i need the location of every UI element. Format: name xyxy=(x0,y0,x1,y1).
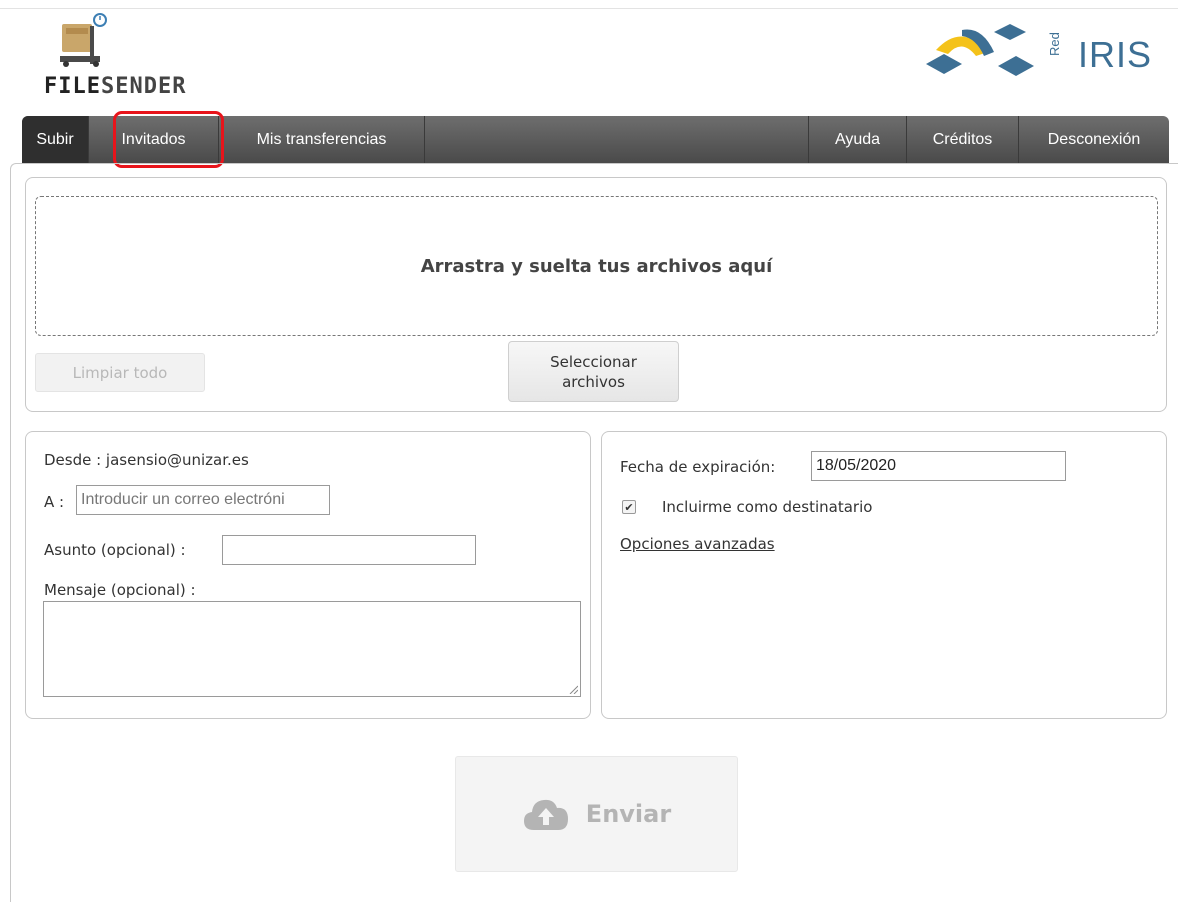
subject-label: Asunto (opcional) : xyxy=(44,541,186,559)
subject-input[interactable] xyxy=(222,535,476,565)
nav-tab-mis-transferencias[interactable]: Mis transferencias xyxy=(219,116,425,163)
message-label: Mensaje (opcional) : xyxy=(44,581,196,599)
top-rule xyxy=(0,8,1178,9)
invitados-highlight-box xyxy=(113,111,224,168)
to-email-input[interactable]: Introducir un correo electróni xyxy=(76,485,330,515)
cloud-upload-icon xyxy=(523,799,568,830)
rediris-text: IRIS xyxy=(1078,34,1153,75)
nav-tab-ayuda[interactable]: Ayuda xyxy=(808,116,906,163)
message-textarea[interactable] xyxy=(43,601,581,697)
rediris-small-text: Red xyxy=(1047,32,1062,56)
filesender-logo-text: FILESENDER xyxy=(44,74,186,99)
filesender-logo-icon xyxy=(60,13,107,67)
nav-tab-subir[interactable]: Subir xyxy=(22,116,89,163)
nav-tab-creditos[interactable]: Créditos xyxy=(906,116,1018,163)
send-button-label: Enviar xyxy=(585,800,672,828)
logo-text-rest: SENDER xyxy=(100,74,187,99)
select-files-button[interactable]: Seleccionar archivos xyxy=(508,341,679,402)
resize-grip-icon[interactable] xyxy=(568,684,578,694)
rediris-mark-icon xyxy=(926,24,1034,76)
from-label: Desde : jasensio@unizar.es xyxy=(44,451,249,469)
to-label: A : xyxy=(44,493,65,511)
expiry-label: Fecha de expiración: xyxy=(620,458,776,476)
send-button[interactable]: Enviar xyxy=(455,756,738,872)
rediris-logo[interactable]: Red IRIS xyxy=(922,22,1151,86)
filesender-logo[interactable]: FILESENDER xyxy=(44,12,244,100)
include-me-label: Incluirme como destinatario xyxy=(662,498,873,516)
nav-tab-desconexion[interactable]: Desconexión xyxy=(1018,116,1169,163)
dropzone-text: Arrastra y suelta tus archivos aquí xyxy=(420,255,773,277)
advanced-options-link[interactable]: Opciones avanzadas xyxy=(620,535,775,553)
checkmark-icon: ✔ xyxy=(624,500,634,514)
clear-all-button[interactable]: Limpiar todo xyxy=(35,353,205,392)
expiry-date-input[interactable]: 18/05/2020 xyxy=(811,451,1066,481)
file-dropzone[interactable]: Arrastra y suelta tus archivos aquí xyxy=(35,196,1158,336)
logo-text-bold: FILE xyxy=(44,74,101,99)
include-me-checkbox[interactable]: ✔ xyxy=(622,500,636,514)
